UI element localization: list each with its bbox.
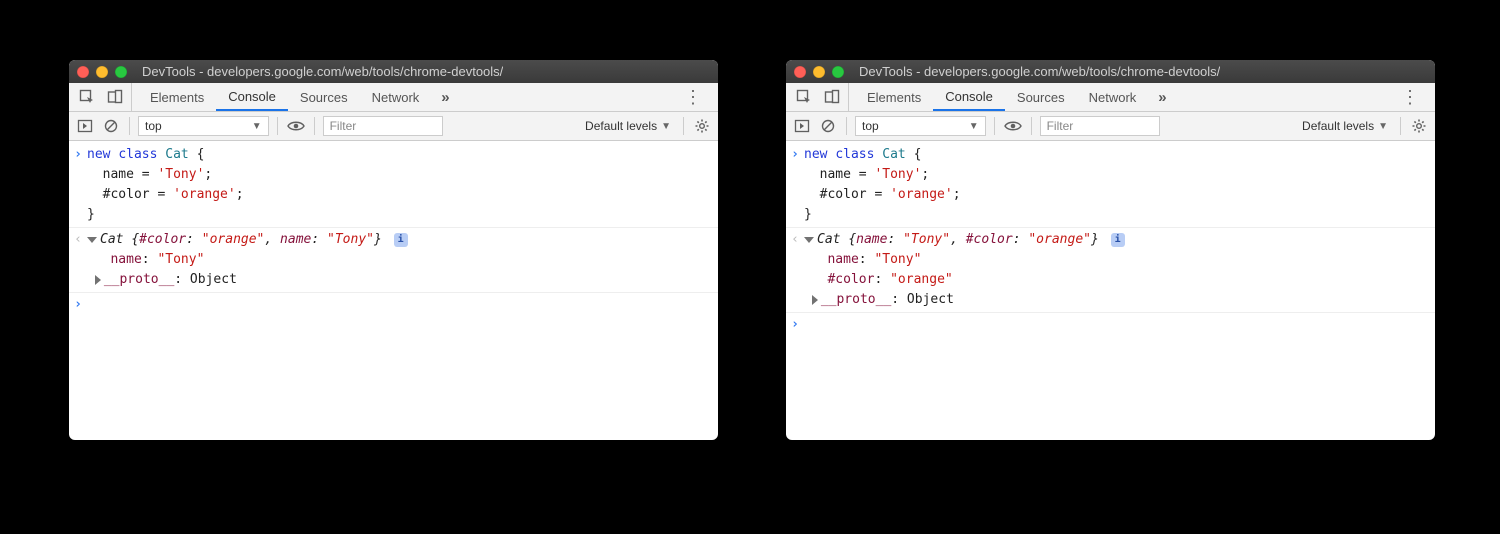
context-label: top: [145, 119, 162, 133]
minimize-icon[interactable]: [813, 66, 825, 78]
info-icon[interactable]: i: [1111, 233, 1125, 247]
gear-icon[interactable]: [1409, 116, 1429, 136]
tab-bar: Elements Console Sources Network » ⋮: [69, 83, 718, 112]
console-body[interactable]: › new class Cat { name = 'Tony'; #color …: [786, 141, 1435, 440]
close-icon[interactable]: [794, 66, 806, 78]
window-title: DevTools - developers.google.com/web/too…: [859, 64, 1220, 79]
gear-icon[interactable]: [692, 116, 712, 136]
console-input[interactable]: new class Cat { name = 'Tony'; #color = …: [87, 145, 712, 225]
caret-right-icon[interactable]: [95, 275, 101, 285]
log-levels-select[interactable]: Default levels ▼: [1298, 116, 1392, 136]
live-expression-icon[interactable]: [286, 116, 306, 136]
chevron-down-icon: ▼: [661, 121, 671, 132]
prompt-icon: ›: [69, 295, 87, 315]
traffic-lights: [77, 66, 127, 78]
context-label: top: [862, 119, 879, 133]
titlebar[interactable]: DevTools - developers.google.com/web/too…: [69, 60, 718, 83]
inspect-icon[interactable]: [77, 87, 97, 107]
context-select[interactable]: top ▼: [138, 116, 269, 136]
tab-elements[interactable]: Elements: [855, 83, 933, 111]
tab-sources[interactable]: Sources: [288, 83, 360, 111]
console-result-row: ‹ Cat {name: "Tony", #color: "orange"} i…: [786, 230, 1435, 310]
console-prompt-row[interactable]: ›: [69, 295, 718, 315]
info-icon[interactable]: i: [394, 233, 408, 247]
traffic-lights: [794, 66, 844, 78]
console-toolbar: top ▼ Default levels ▼: [786, 112, 1435, 141]
levels-label: Default levels: [585, 119, 657, 133]
caret-right-icon[interactable]: [812, 295, 818, 305]
devtools-window: DevTools - developers.google.com/web/too…: [786, 60, 1435, 440]
clear-console-icon[interactable]: [818, 116, 838, 136]
tab-bar: Elements Console Sources Network » ⋮: [786, 83, 1435, 112]
console-body[interactable]: › new class Cat { name = 'Tony'; #color …: [69, 141, 718, 440]
device-toolbar-icon[interactable]: [822, 87, 842, 107]
result-object[interactable]: Cat {name: "Tony", #color: "orange"} i n…: [804, 230, 1429, 310]
toggle-sidebar-icon[interactable]: [792, 116, 812, 136]
result-icon: ‹: [69, 230, 87, 290]
console-input[interactable]: new class Cat { name = 'Tony'; #color = …: [804, 145, 1429, 225]
chevron-down-icon: ▼: [252, 121, 262, 132]
live-expression-icon[interactable]: [1003, 116, 1023, 136]
result-object[interactable]: Cat {#color: "orange", name: "Tony"} i n…: [87, 230, 712, 290]
titlebar[interactable]: DevTools - developers.google.com/web/too…: [786, 60, 1435, 83]
console-toolbar: top ▼ Default levels ▼: [69, 112, 718, 141]
window-title: DevTools - developers.google.com/web/too…: [142, 64, 503, 79]
devtools-window: DevTools - developers.google.com/web/too…: [69, 60, 718, 440]
close-icon[interactable]: [77, 66, 89, 78]
prompt-icon: ›: [786, 315, 804, 335]
tab-elements[interactable]: Elements: [138, 83, 216, 111]
zoom-icon[interactable]: [115, 66, 127, 78]
log-levels-select[interactable]: Default levels ▼: [581, 116, 675, 136]
tab-network[interactable]: Network: [1077, 83, 1149, 111]
more-tabs-icon[interactable]: »: [1148, 89, 1176, 106]
caret-down-icon[interactable]: [87, 237, 97, 243]
console-input-row: › new class Cat { name = 'Tony'; #color …: [786, 145, 1435, 225]
chevron-down-icon: ▼: [1378, 121, 1388, 132]
more-tabs-icon[interactable]: »: [431, 89, 459, 106]
tab-sources[interactable]: Sources: [1005, 83, 1077, 111]
toggle-sidebar-icon[interactable]: [75, 116, 95, 136]
device-toolbar-icon[interactable]: [105, 87, 125, 107]
tab-console[interactable]: Console: [216, 83, 288, 111]
zoom-icon[interactable]: [832, 66, 844, 78]
caret-down-icon[interactable]: [804, 237, 814, 243]
prompt-icon: ›: [69, 145, 87, 225]
tab-console[interactable]: Console: [933, 83, 1005, 111]
context-select[interactable]: top ▼: [855, 116, 986, 136]
kebab-menu-icon[interactable]: ⋮: [1391, 87, 1429, 108]
filter-input[interactable]: [1040, 116, 1160, 136]
inspect-icon[interactable]: [794, 87, 814, 107]
clear-console-icon[interactable]: [101, 116, 121, 136]
console-input-row: › new class Cat { name = 'Tony'; #color …: [69, 145, 718, 225]
chevron-down-icon: ▼: [969, 121, 979, 132]
prompt-icon: ›: [786, 145, 804, 225]
filter-input[interactable]: [323, 116, 443, 136]
console-prompt-row[interactable]: ›: [786, 315, 1435, 335]
result-icon: ‹: [786, 230, 804, 310]
tab-network[interactable]: Network: [360, 83, 432, 111]
levels-label: Default levels: [1302, 119, 1374, 133]
minimize-icon[interactable]: [96, 66, 108, 78]
kebab-menu-icon[interactable]: ⋮: [674, 87, 712, 108]
console-result-row: ‹ Cat {#color: "orange", name: "Tony"} i…: [69, 230, 718, 290]
